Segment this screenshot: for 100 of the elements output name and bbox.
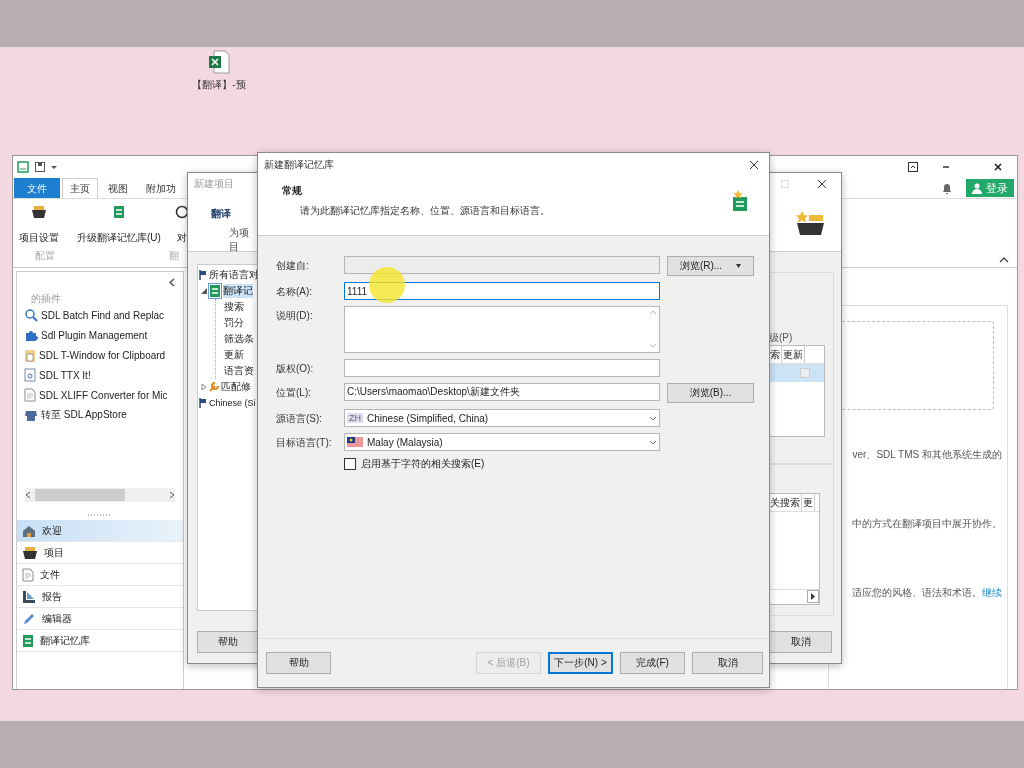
cancel-button[interactable]: 取消 [769, 631, 832, 653]
tree-item[interactable]: 匹配修 [221, 380, 251, 394]
group-label: 翻 [168, 249, 180, 263]
nav-item[interactable]: 文件 [17, 564, 183, 586]
field-label: 说明(D): [276, 309, 314, 323]
dropdown-icon [649, 415, 657, 421]
header-subtitle: 为项目 [228, 226, 250, 254]
field-label: 名称(A): [276, 285, 314, 299]
tree-item[interactable]: 翻译记 [223, 284, 253, 298]
dropdown-caret-icon [51, 164, 57, 170]
help-button[interactable]: 帮助 [197, 631, 258, 653]
text-field[interactable] [344, 359, 660, 377]
nav-item[interactable]: 翻译记忆库 [17, 630, 183, 652]
close-icon [817, 179, 827, 189]
excel-file-icon [208, 50, 230, 74]
column-header[interactable]: 更新 [782, 346, 805, 363]
text-field[interactable]: 1111 [344, 282, 660, 300]
plugin-item[interactable]: SDL Batch Find and Replac [41, 309, 165, 321]
nav-item[interactable]: 项目 [17, 542, 183, 564]
report-icon [22, 589, 36, 604]
ribbon-tab[interactable]: 主页 [62, 178, 98, 198]
checkbox[interactable] [344, 458, 356, 470]
expanded-caret-icon[interactable] [201, 288, 207, 294]
tree-item[interactable]: 更新 [224, 348, 244, 362]
continue-link[interactable]: 继续 [982, 587, 1002, 598]
ribbon-tab[interactable]: 视图 [100, 178, 136, 198]
collapse-ribbon-icon [999, 257, 1009, 263]
ribbon-button[interactable]: 对 [174, 205, 189, 249]
clipboard-icon [24, 348, 36, 362]
flag-icon [199, 398, 207, 408]
save-icon [35, 162, 45, 172]
basket-icon [22, 545, 38, 560]
plugin-item[interactable]: SDL T-Window for Clipboard [39, 349, 166, 361]
tree-item[interactable]: 筛选条 [224, 332, 254, 346]
table-row[interactable] [769, 364, 824, 382]
language-value: Chinese (Simplified, China) [367, 412, 489, 424]
tree-item[interactable]: 搜索 [224, 300, 244, 314]
language-code: ZH [347, 413, 363, 423]
tree-item[interactable]: 所有语言对 [209, 268, 258, 282]
dialog-button[interactable]: 取消 [692, 652, 763, 674]
ribbon-button[interactable]: 项目设置 [19, 205, 59, 249]
home-icon [22, 523, 36, 538]
description-field[interactable] [344, 306, 660, 353]
nav-item[interactable]: 报告 [17, 586, 183, 608]
language-dropdown[interactable]: Malay (Malaysia) [344, 433, 660, 451]
plugin-item[interactable]: 转至 SDL AppStore [41, 408, 127, 422]
ribbon-button[interactable]: 升级翻译记忆库(U) [77, 205, 161, 249]
collapsed-caret-icon[interactable] [201, 384, 207, 390]
database-icon [112, 205, 125, 219]
basket-icon [31, 205, 47, 219]
app-icon [17, 161, 29, 173]
puzzle-icon [24, 328, 38, 342]
tree-item[interactable]: Chinese (Si [209, 398, 256, 408]
column-header[interactable]: 更 [802, 494, 815, 511]
tree-item[interactable]: 语言资 [224, 364, 254, 378]
header-title: 翻译 [210, 207, 232, 221]
dropdown-icon [649, 439, 657, 445]
browse-button[interactable]: 浏览(B)... [667, 383, 754, 403]
ribbon-tab[interactable]: 附加功 [138, 178, 184, 198]
pencil-icon [22, 611, 36, 626]
field-label: 源语言(S): [276, 412, 324, 426]
scroll-arrows-icon [649, 309, 657, 349]
file-icon [24, 368, 36, 382]
wrench-icon [209, 382, 219, 392]
dialog-button[interactable]: 下一步(N) > [548, 652, 613, 674]
basket-star-icon [795, 209, 825, 237]
checkbox-label[interactable]: 启用基于字符的相关搜索(E) [361, 457, 485, 471]
dialog-button[interactable]: 完成(F) [620, 652, 685, 674]
file-label[interactable]: 【翻译】-预 [192, 78, 246, 92]
document-icon [24, 388, 36, 402]
plugin-item[interactable]: SDL TTX It! [39, 369, 91, 381]
document-icon [22, 567, 34, 582]
language-value: Malay (Malaysia) [367, 436, 443, 448]
dialog-button[interactable]: 帮助 [266, 652, 331, 674]
text-field[interactable]: C:\Users\maomao\Desktop\新建文件夹 [344, 383, 660, 401]
dialog-title: 新建翻译记忆库 [264, 157, 334, 172]
plugin-item[interactable]: SDL XLIFF Converter for Mic [39, 389, 168, 401]
tree-item[interactable]: 罚分 [224, 316, 244, 330]
field-label: 创建自: [276, 259, 310, 273]
horizontal-scrollbar[interactable] [25, 488, 175, 502]
scroll-left-icon [25, 491, 31, 499]
scroll-right-icon [169, 491, 175, 499]
user-icon [972, 182, 982, 194]
flag-icon [199, 270, 207, 280]
restore-icon [908, 162, 918, 172]
dialog-title: 新建项目 [194, 177, 234, 191]
plugins-heading: 的插件 [30, 292, 62, 305]
section-heading: 常规 [282, 184, 303, 198]
collapse-panel-icon [169, 277, 175, 287]
ribbon-tab[interactable]: 文件 [14, 178, 60, 198]
minimize-icon [942, 163, 950, 171]
nav-item[interactable]: 编辑器 [17, 608, 183, 630]
language-dropdown[interactable]: ZH Chinese (Simplified, China) [344, 409, 660, 427]
group-label: 配置 [34, 249, 56, 263]
store-icon [24, 408, 38, 422]
plugin-item[interactable]: Sdl Plugin Management [41, 329, 148, 341]
database-icon [209, 284, 221, 298]
database-icon [22, 633, 34, 648]
nav-item[interactable]: 欢迎 [17, 520, 183, 542]
close-icon [749, 159, 759, 170]
